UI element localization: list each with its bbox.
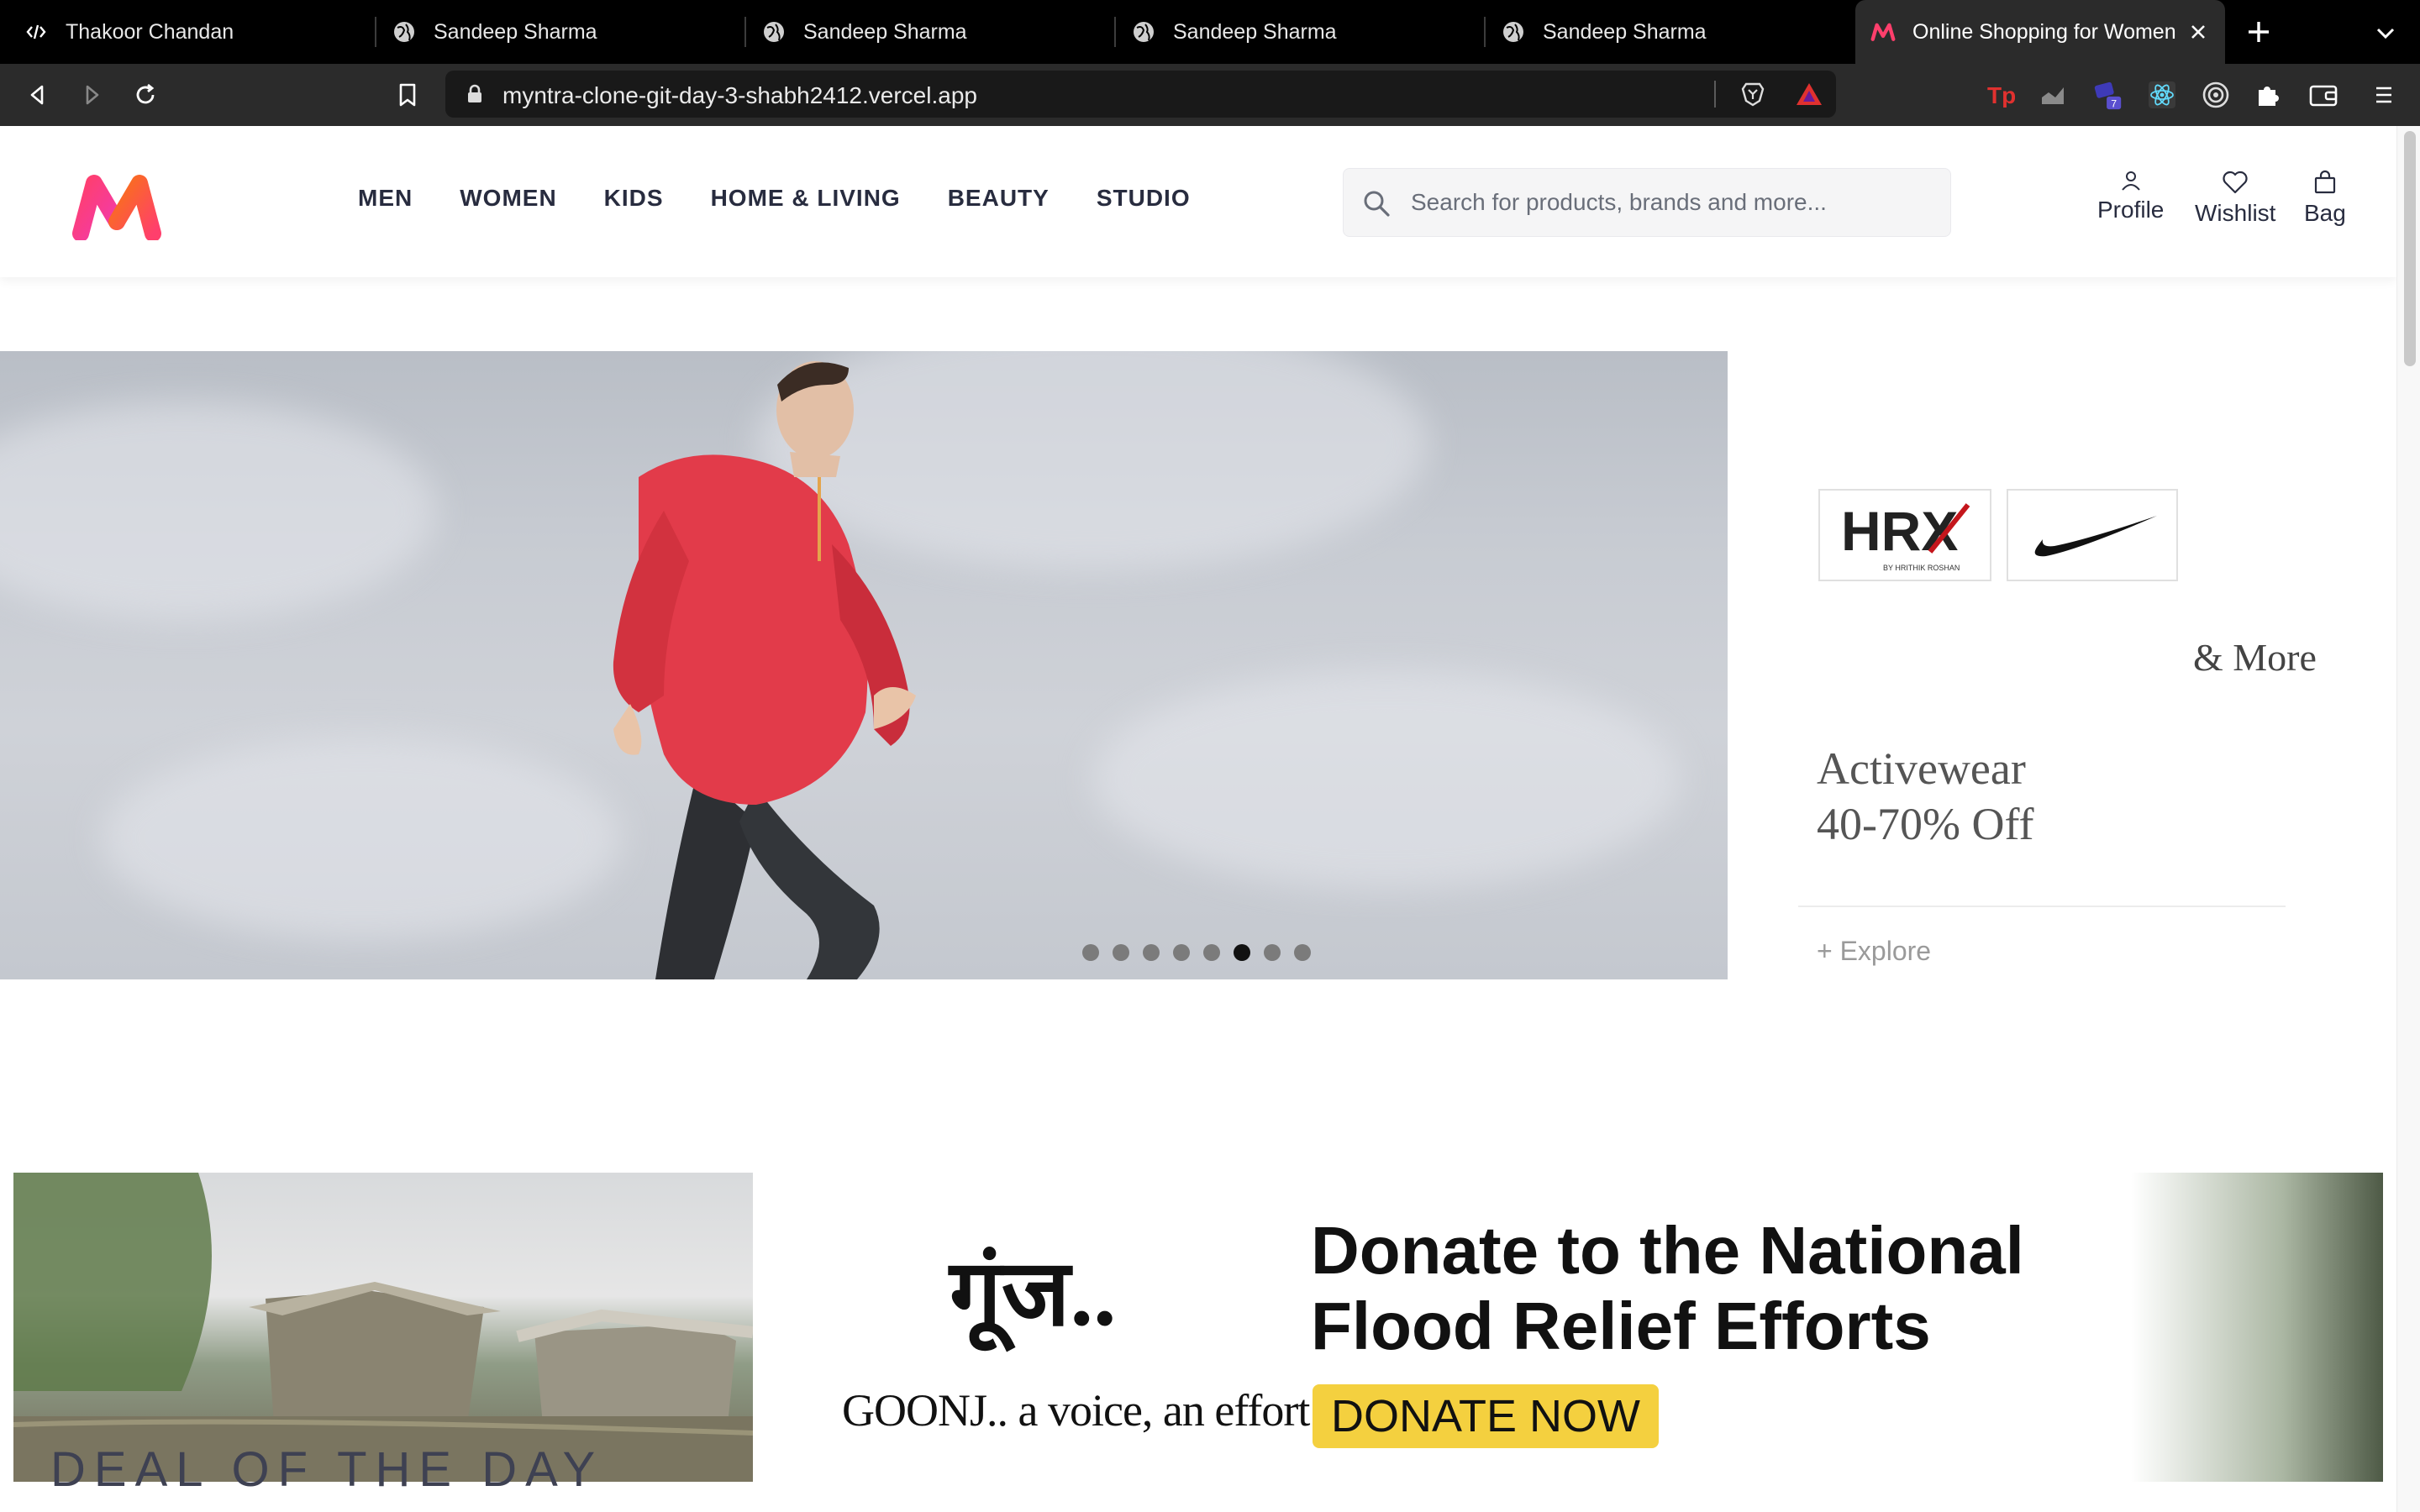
bag-button[interactable]: Bag <box>2304 170 2346 227</box>
donate-headline: Donate to the National Flood Relief Effo… <box>1311 1213 2024 1364</box>
promo-divider <box>1798 906 2286 907</box>
browser-tab[interactable]: Sandeep Sharma <box>1486 0 1855 64</box>
back-icon[interactable] <box>22 79 54 111</box>
tab-title: Sandeep Sharma <box>1543 19 1707 44</box>
nav-kids[interactable]: KIDS <box>604 185 664 212</box>
heart-icon <box>2223 171 2248 194</box>
site-header: MEN WOMEN KIDS HOME & LIVING BEAUTY STUD… <box>0 126 2396 277</box>
browser-tab[interactable]: Sandeep Sharma <box>746 0 1116 64</box>
carousel-dot[interactable] <box>1113 944 1129 961</box>
web-page: MEN WOMEN KIDS HOME & LIVING BEAUTY STUD… <box>0 126 2420 1512</box>
hrx-brand-logo: HRX BY HRITHIK ROSHAN <box>1818 489 1991 581</box>
goonj-tagline: GOONJ.. a voice, an effort <box>842 1385 1310 1436</box>
globe-icon <box>1501 19 1526 45</box>
forward-icon[interactable] <box>76 79 108 111</box>
close-tab-icon[interactable] <box>2186 20 2210 44</box>
carousel-dots <box>1082 944 1311 961</box>
globe-icon <box>392 19 417 45</box>
extension-tp-icon[interactable]: Tp <box>1985 79 2017 111</box>
and-more-text: & More <box>2193 636 2317 679</box>
url-text: myntra-clone-git-day-3-shabh2412.vercel.… <box>502 82 977 108</box>
code-icon <box>24 19 49 45</box>
carousel-dot[interactable] <box>1082 944 1099 961</box>
brave-rewards-icon[interactable] <box>1795 81 1823 108</box>
bag-label: Bag <box>2304 200 2346 226</box>
nike-brand-logo <box>2007 489 2178 581</box>
extension-target-icon[interactable] <box>2200 79 2232 111</box>
hrx-logo-text: HRX <box>1841 500 1958 562</box>
extensions-puzzle-icon[interactable] <box>2252 79 2284 111</box>
promo-title: Activewear 40-70% Off <box>1817 741 2033 852</box>
myntra-logo[interactable] <box>71 173 163 242</box>
search-input[interactable] <box>1411 184 1932 221</box>
hero-carousel-image[interactable] <box>0 351 1728 979</box>
carousel-dot[interactable] <box>1294 944 1311 961</box>
tab-title: Sandeep Sharma <box>1173 19 1337 44</box>
wishlist-label: Wishlist <box>2195 200 2276 226</box>
chevron-down-icon[interactable] <box>2371 18 2400 47</box>
nav-men[interactable]: MEN <box>358 185 413 212</box>
donate-headline-line1: Donate to the National <box>1311 1213 2024 1288</box>
wishlist-button[interactable]: Wishlist <box>2195 170 2275 227</box>
browser-menu-icon[interactable] <box>2368 79 2400 111</box>
donate-headline-line2: Flood Relief Efforts <box>1311 1289 1931 1363</box>
globe-icon <box>1131 19 1156 45</box>
user-icon <box>2121 171 2140 191</box>
promo-title-line1: Activewear <box>1817 743 2026 794</box>
goonj-hindi-logo: गूंज.. <box>950 1242 1117 1345</box>
globe-icon <box>761 19 786 45</box>
promo-title-line2: 40-70% Off <box>1817 799 2034 849</box>
tab-title: Online Shopping for Women <box>1912 19 2176 44</box>
runner-illustration <box>613 361 916 979</box>
browser-tab-active[interactable]: Online Shopping for Women <box>1855 0 2225 64</box>
browser-tab[interactable]: Sandeep Sharma <box>1116 0 1486 64</box>
new-tab-icon[interactable] <box>2242 15 2275 49</box>
search-box <box>1343 168 1951 237</box>
extension-badge-icon[interactable]: 7 <box>2092 79 2124 111</box>
carousel-dot[interactable] <box>1173 944 1190 961</box>
explore-link[interactable]: + Explore <box>1817 936 1931 967</box>
wallet-icon[interactable] <box>2307 79 2339 111</box>
browser-tab[interactable]: Thakoor Chandan <box>0 0 376 64</box>
hrx-logo-subtext: BY HRITHIK ROSHAN <box>1883 564 1960 572</box>
reload-icon[interactable] <box>129 79 161 111</box>
bag-icon <box>2314 170 2336 194</box>
myntra-favicon-icon <box>1870 19 1896 45</box>
tab-title: Sandeep Sharma <box>803 19 967 44</box>
tab-title: Sandeep Sharma <box>434 19 597 44</box>
extension-badge-count: 7 <box>2111 97 2117 109</box>
nav-women[interactable]: WOMEN <box>460 185 556 212</box>
search-icon <box>1360 187 1392 219</box>
carousel-dot-active[interactable] <box>1234 944 1250 961</box>
browser-toolbar: myntra-clone-git-day-3-shabh2412.vercel.… <box>0 64 2420 126</box>
browser-tab-bar: Thakoor Chandan Sandeep Sharma Sandeep S… <box>0 0 2420 64</box>
carousel-dot[interactable] <box>1264 944 1281 961</box>
page-scrollbar[interactable] <box>2396 126 2420 1512</box>
lock-icon <box>466 84 484 104</box>
profile-button[interactable]: Profile <box>2097 170 2164 223</box>
deal-of-the-day-heading: DEAL OF THE DAY <box>50 1442 604 1497</box>
browser-tab[interactable]: Sandeep Sharma <box>376 0 746 64</box>
react-devtools-icon[interactable] <box>2146 79 2178 111</box>
brave-shields-icon[interactable] <box>1739 81 1766 108</box>
carousel-dot[interactable] <box>1203 944 1220 961</box>
address-bar[interactable]: myntra-clone-git-day-3-shabh2412.vercel.… <box>445 71 1836 118</box>
scrollbar-thumb[interactable] <box>2404 131 2416 366</box>
nav-studio[interactable]: STUDIO <box>1097 185 1191 212</box>
flood-village-photo <box>13 1173 754 1482</box>
svg-text:Tp: Tp <box>1987 82 2015 108</box>
tab-title: Thakoor Chandan <box>66 19 234 44</box>
flood-landscape-photo <box>2131 1173 2383 1482</box>
nav-home-living[interactable]: HOME & LIVING <box>711 185 901 212</box>
nav-beauty[interactable]: BEAUTY <box>948 185 1050 212</box>
bookmark-icon[interactable] <box>392 79 424 111</box>
address-divider <box>1714 81 1716 108</box>
carousel-dot[interactable] <box>1143 944 1160 961</box>
main-nav: MEN WOMEN KIDS HOME & LIVING BEAUTY STUD… <box>358 185 1238 212</box>
extension-chart-icon[interactable] <box>2037 79 2069 111</box>
profile-label: Profile <box>2097 197 2165 223</box>
donate-now-button[interactable]: DONATE NOW <box>1313 1384 1659 1448</box>
